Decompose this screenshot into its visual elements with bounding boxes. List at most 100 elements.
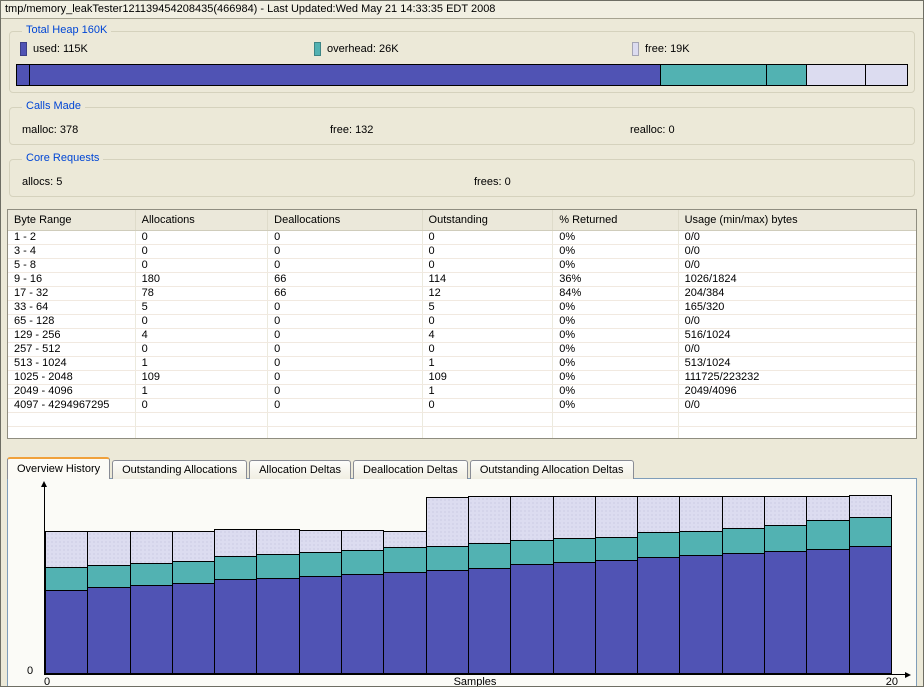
table-empty-cell bbox=[268, 412, 422, 426]
table-empty-cell bbox=[678, 412, 916, 426]
table-row[interactable]: 1025 - 204810901090%111725/223232 bbox=[8, 370, 916, 384]
bar-segment-used bbox=[427, 570, 468, 673]
table-empty-cell bbox=[135, 426, 268, 439]
column-header[interactable]: Allocations bbox=[135, 210, 268, 230]
heap-usage-bar bbox=[16, 64, 908, 86]
bar-segment-overhead bbox=[173, 561, 214, 583]
chart-bar bbox=[256, 529, 299, 674]
bar-segment-used bbox=[680, 555, 721, 673]
table-cell: 0 bbox=[268, 300, 422, 314]
table-cell: 0% bbox=[553, 314, 678, 328]
tab-outstanding-allocations[interactable]: Outstanding Allocations bbox=[112, 460, 247, 479]
table-empty-cell bbox=[268, 426, 422, 439]
bar-segment-used bbox=[723, 553, 764, 673]
table-cell: 0 bbox=[268, 328, 422, 342]
table-cell: 0 bbox=[268, 230, 422, 244]
legend-label: overhead: 26K bbox=[327, 43, 399, 55]
bar-segment-free bbox=[469, 497, 510, 543]
table-cell: 516/1024 bbox=[678, 328, 916, 342]
table-cell: 0% bbox=[553, 370, 678, 384]
core-requests-value: allocs: 5 bbox=[22, 176, 62, 188]
heap-segment-overhead bbox=[661, 65, 767, 85]
table-cell: 0% bbox=[553, 300, 678, 314]
table-cell: 0/0 bbox=[678, 244, 916, 258]
core-requests-group: Core Requests allocs: 5frees: 0 bbox=[9, 159, 915, 197]
table-row[interactable]: 3 - 40000%0/0 bbox=[8, 244, 916, 258]
bar-segment-used bbox=[807, 549, 848, 673]
table-cell: 4 bbox=[422, 328, 553, 342]
bar-segment-overhead bbox=[131, 563, 172, 585]
table-empty-cell bbox=[8, 412, 135, 426]
table-cell: 0 bbox=[268, 356, 422, 370]
bar-segment-used bbox=[257, 578, 298, 673]
chart-bar bbox=[806, 496, 849, 674]
bar-segment-free bbox=[173, 532, 214, 561]
column-header[interactable]: % Returned bbox=[553, 210, 678, 230]
used-swatch-icon bbox=[20, 42, 27, 56]
tab-overview-history[interactable]: Overview History bbox=[7, 457, 110, 479]
bar-segment-overhead bbox=[850, 517, 891, 546]
tab-deallocation-deltas[interactable]: Deallocation Deltas bbox=[353, 460, 468, 479]
table-cell: 1 bbox=[422, 356, 553, 370]
chart-bar bbox=[130, 531, 173, 674]
table-row[interactable]: 129 - 2564040%516/1024 bbox=[8, 328, 916, 342]
bar-segment-overhead bbox=[384, 547, 425, 572]
table-cell: 0 bbox=[268, 398, 422, 412]
table-cell: 0% bbox=[553, 328, 678, 342]
table-row[interactable]: 65 - 1280000%0/0 bbox=[8, 314, 916, 328]
bar-segment-used bbox=[88, 587, 129, 673]
table-cell: 36% bbox=[553, 272, 678, 286]
table-empty-row bbox=[8, 412, 916, 426]
table-cell: 33 - 64 bbox=[8, 300, 135, 314]
column-header[interactable]: Usage (min/max) bytes bbox=[678, 210, 916, 230]
table-row[interactable]: 257 - 5120000%0/0 bbox=[8, 342, 916, 356]
chart-bar bbox=[214, 529, 257, 674]
table-row[interactable]: 2049 - 40961010%2049/4096 bbox=[8, 384, 916, 398]
table-row[interactable]: 9 - 161806611436%1026/1824 bbox=[8, 272, 916, 286]
table-cell: 0/0 bbox=[678, 342, 916, 356]
table-cell: 1 bbox=[135, 356, 268, 370]
table-row[interactable]: 1 - 20000%0/0 bbox=[8, 230, 916, 244]
heap-segment-used bbox=[17, 65, 30, 85]
bar-segment-overhead bbox=[88, 565, 129, 587]
table-cell: 0 bbox=[135, 314, 268, 328]
table-row[interactable]: 5 - 80000%0/0 bbox=[8, 258, 916, 272]
table-cell: 2049 - 4096 bbox=[8, 384, 135, 398]
table-cell: 0% bbox=[553, 258, 678, 272]
bar-segment-overhead bbox=[257, 554, 298, 578]
table-empty-cell bbox=[553, 426, 678, 439]
x-axis-labels: 0 Samples 20 bbox=[44, 675, 906, 687]
chart-bar bbox=[426, 497, 469, 674]
bar-segment-free bbox=[46, 532, 87, 567]
tab-outstanding-allocation-deltas[interactable]: Outstanding Allocation Deltas bbox=[470, 460, 634, 479]
column-header[interactable]: Deallocations bbox=[268, 210, 422, 230]
column-header[interactable]: Outstanding bbox=[422, 210, 553, 230]
table-row[interactable]: 4097 - 42949672950000%0/0 bbox=[8, 398, 916, 412]
x-axis-tick-20: 20 bbox=[886, 675, 898, 687]
bar-segment-free bbox=[131, 532, 172, 563]
calls-made-value: malloc: 378 bbox=[22, 124, 78, 136]
table-row[interactable]: 17 - 3278661284%204/384 bbox=[8, 286, 916, 300]
table-cell: 0 bbox=[422, 244, 553, 258]
bar-segment-free bbox=[765, 497, 806, 525]
table-cell: 12 bbox=[422, 286, 553, 300]
calls-made-value: realloc: 0 bbox=[630, 124, 675, 136]
table-cell: 3 - 4 bbox=[8, 244, 135, 258]
bar-segment-free bbox=[257, 530, 298, 554]
table-cell: 66 bbox=[268, 272, 422, 286]
bar-segment-used bbox=[131, 585, 172, 673]
bar-segment-overhead bbox=[342, 550, 383, 574]
table-cell: 1026/1824 bbox=[678, 272, 916, 286]
column-header[interactable]: Byte Range bbox=[8, 210, 135, 230]
chart-bar bbox=[172, 531, 215, 674]
tab-allocation-deltas[interactable]: Allocation Deltas bbox=[249, 460, 351, 479]
table-cell: 0 bbox=[422, 342, 553, 356]
table-cell: 0% bbox=[553, 230, 678, 244]
table-cell: 0 bbox=[135, 342, 268, 356]
chart-bar bbox=[849, 495, 892, 674]
table-cell: 204/384 bbox=[678, 286, 916, 300]
chart-bar bbox=[722, 496, 765, 674]
table-row[interactable]: 513 - 10241010%513/1024 bbox=[8, 356, 916, 370]
table-cell: 0/0 bbox=[678, 398, 916, 412]
table-row[interactable]: 33 - 645050%165/320 bbox=[8, 300, 916, 314]
